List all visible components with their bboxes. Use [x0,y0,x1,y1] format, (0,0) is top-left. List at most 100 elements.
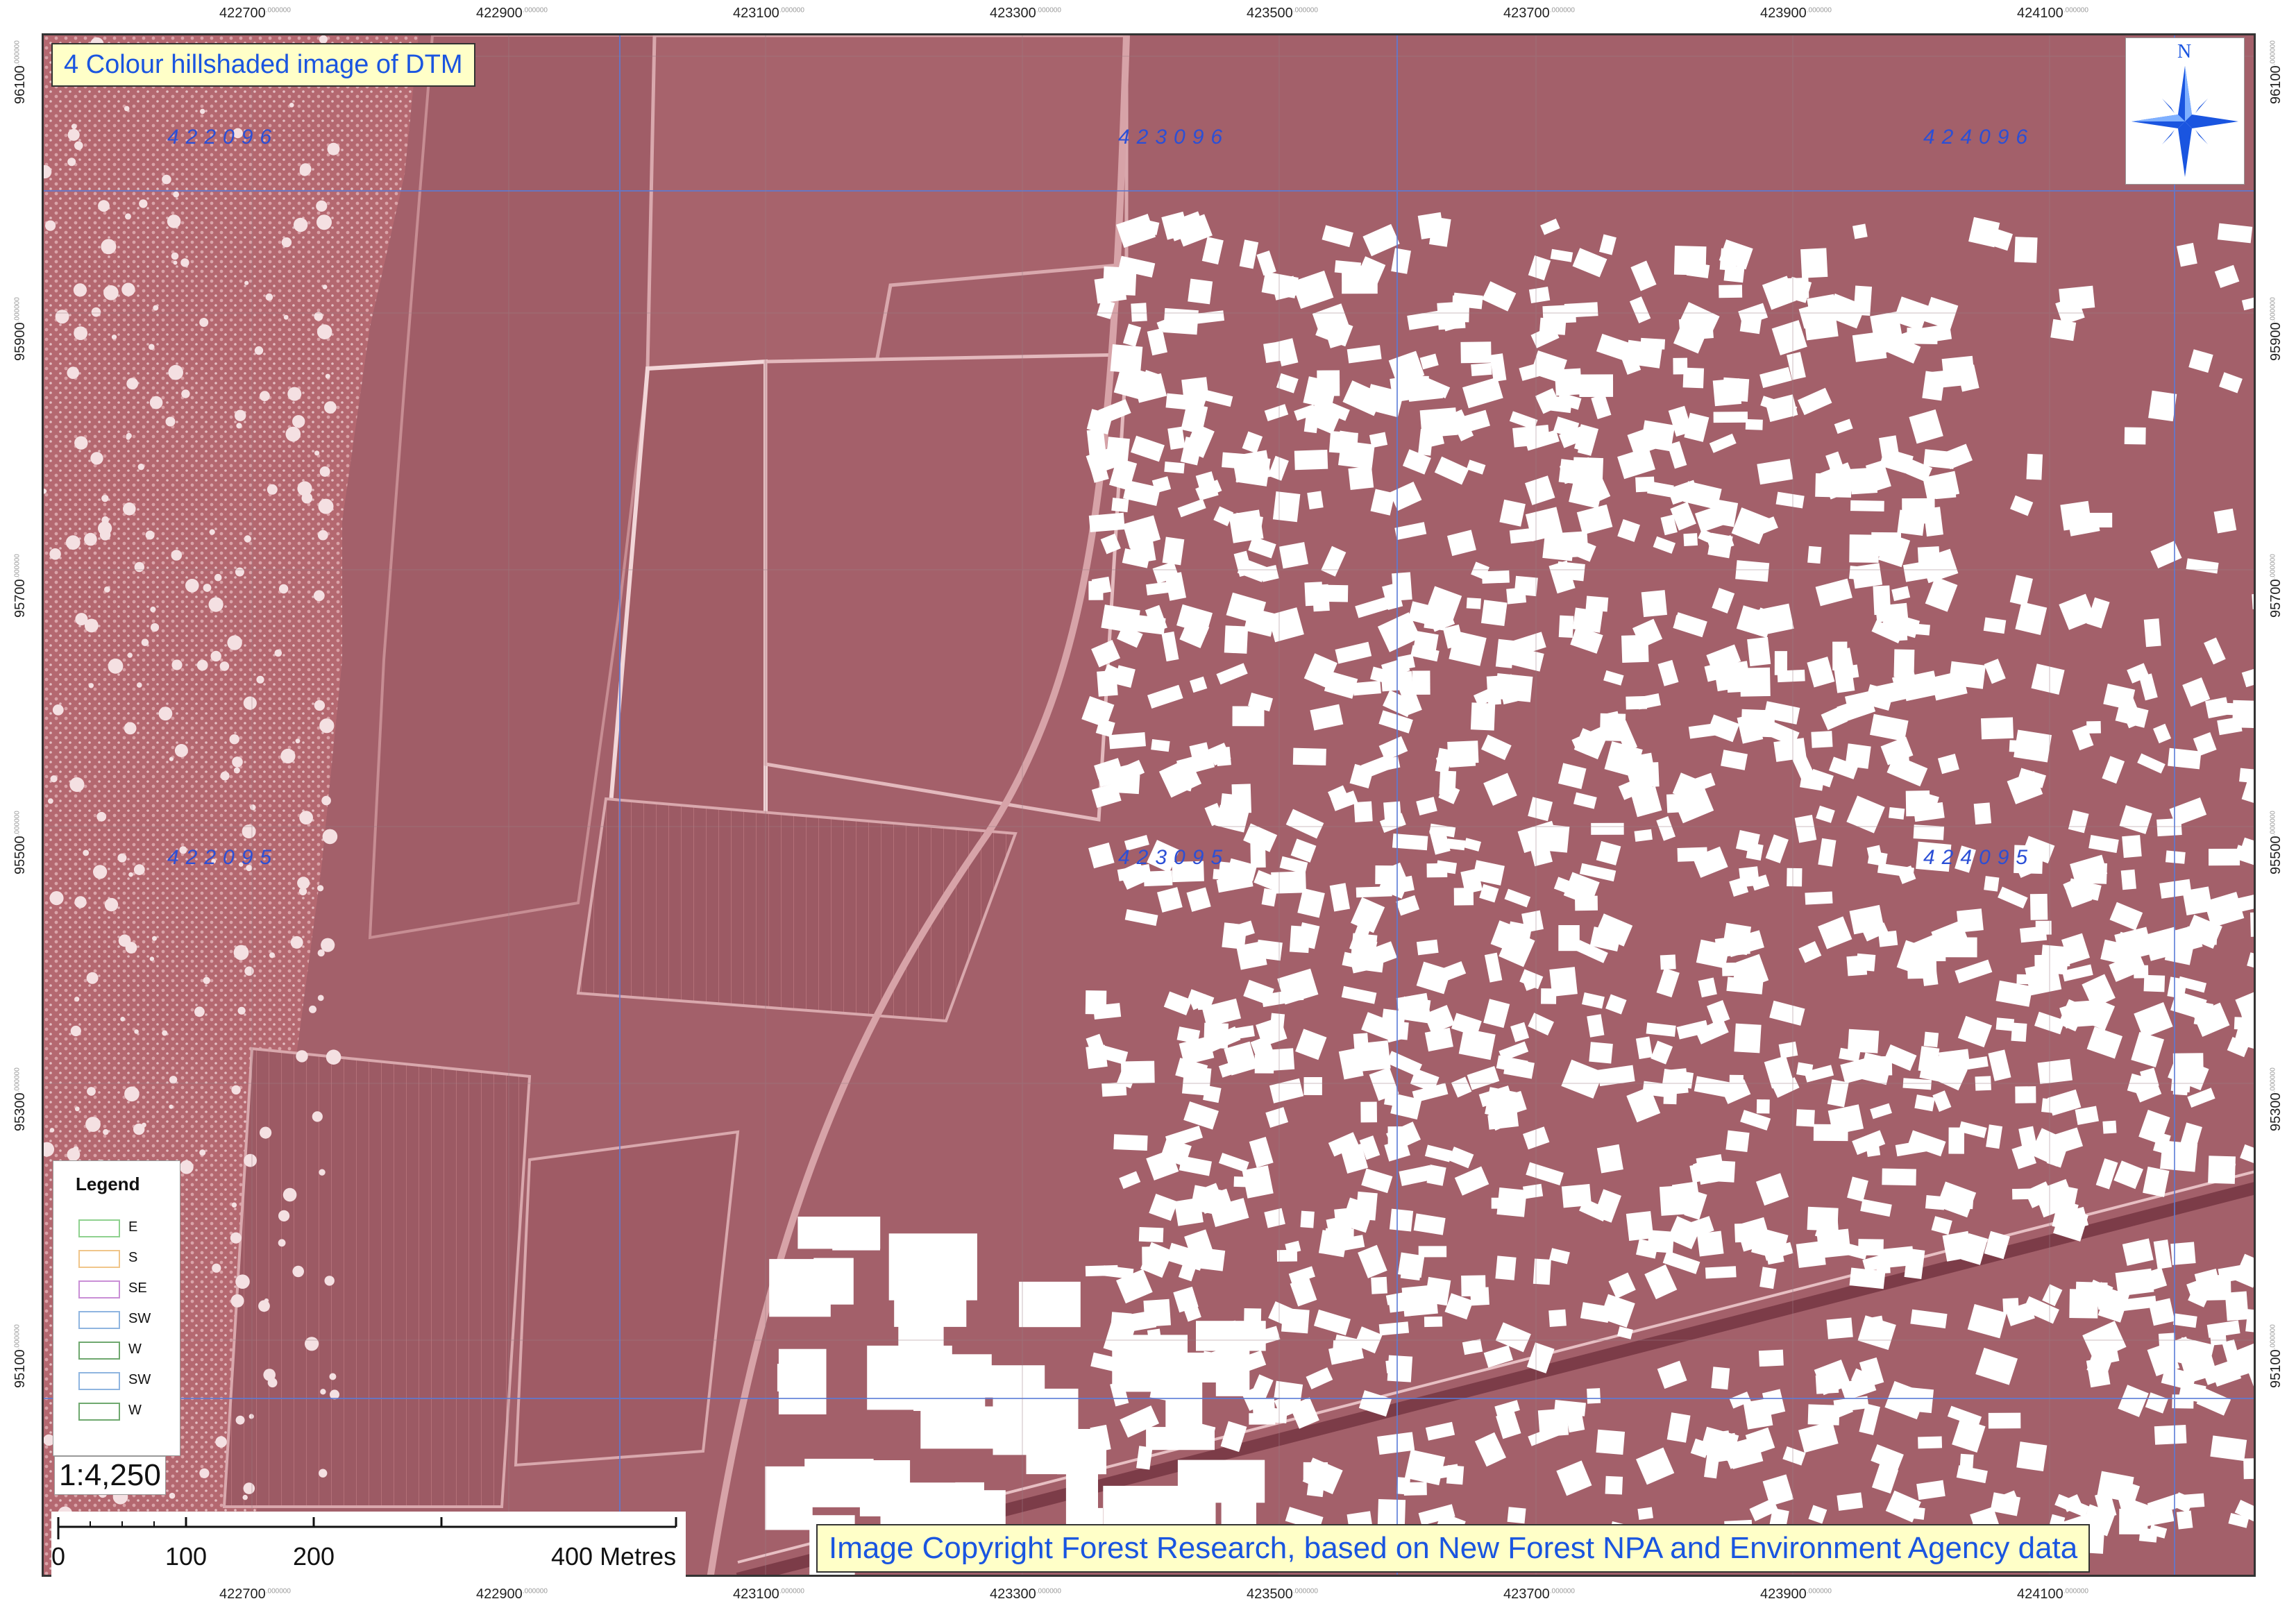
tree-crown [236,423,242,429]
building-footprint [1353,680,1381,696]
tree-crown [126,378,139,390]
building-footprint [2015,1086,2036,1103]
building-footprint [1548,1309,1567,1327]
building-footprint [1634,829,1653,842]
tree-crown [316,214,332,230]
building-footprint [2102,1120,2117,1134]
building-footprint [1659,1185,1697,1216]
legend-title: Legend [76,1174,140,1194]
tree-crown [126,432,132,439]
y-tick-right-95700: 95700.000000 [2268,554,2284,618]
map-canvas[interactable]: 422096 423096 424096 422095 423095 42409… [42,33,2256,1577]
building-footprint [1278,541,1308,569]
tree-crown [165,416,176,427]
tree-crown [289,103,294,108]
building-footprint [1403,1482,1427,1496]
building-footprint [1847,1029,1880,1054]
tree-crown [169,1076,178,1084]
y-tick-right-95500: 95500.000000 [2268,811,2284,874]
tree-crown [137,682,142,688]
tree-crown [196,659,208,671]
building-footprint [1800,248,1828,278]
tile-label-423095: 423095 [1118,846,1230,869]
scale-ratio: 1:4,250 [54,1456,166,1495]
x-tick-top-423700: 423700.000000 [1503,6,1575,21]
building-footprint [2225,1291,2249,1321]
building-footprint [1984,876,2000,892]
legend-item-se: SE [78,1278,176,1301]
tree-crown [84,532,97,546]
tree-crown [128,872,133,877]
building-footprint [1913,824,1945,840]
x-tick-top-422700: 422700.000000 [219,6,291,21]
tree-crown [96,811,107,822]
tree-crown [103,1128,109,1135]
tree-crown [295,738,301,744]
tree-crown [265,293,273,301]
building-footprint [1397,1252,1425,1278]
building-footprint [1151,739,1170,752]
building-footprint [1673,246,1707,276]
building-footprint [1348,466,1374,491]
y-tick-right-95300: 95300.000000 [2268,1067,2284,1131]
building-footprint [1682,367,1705,389]
building-footprint [1236,940,1267,970]
building-footprint [2208,1156,2236,1184]
building-footprint [778,1348,827,1414]
tree-crown [316,324,332,340]
building-footprint [1558,925,1580,951]
tree-crown [254,346,264,355]
building-footprint [2016,974,2032,985]
tree-crown [319,1169,326,1176]
building-footprint [1244,1308,1262,1323]
tree-crown [174,744,188,757]
tree-crown [98,200,110,212]
tree-crown [314,450,320,456]
building-footprint [1556,561,1585,582]
x-tick-bottom-424100: 424100.000000 [2017,1587,2088,1602]
building-footprint [1385,1358,1410,1373]
building-footprint [1922,371,1945,401]
building-footprint [1356,886,1392,898]
building-footprint [1549,967,1578,997]
tree-crown [227,635,242,650]
building-footprint [1605,1475,1623,1495]
building-footprint [1677,847,1708,862]
building-footprint [2026,453,2043,480]
building-footprint [1307,491,1324,510]
legend-label-w-2: W [128,1403,142,1418]
tree-crown [73,1146,79,1152]
y-tick-left-95100: 95100.000000 [12,1324,28,1388]
building-footprint [1276,1249,1298,1262]
building-footprint [1272,491,1301,523]
building-footprint [1856,953,1876,972]
tree-crown [232,756,243,768]
building-footprint [1111,498,1129,513]
building-footprint [2176,1510,2193,1530]
tree-crown [260,1126,272,1139]
y-tick-left-95900: 95900.000000 [12,297,28,361]
building-footprint [1719,285,1743,298]
building-footprint [1250,840,1266,868]
building-footprint [1784,277,1809,299]
tile-label-424096: 424096 [1923,126,2035,149]
tree-crown [280,748,296,763]
tree-crown [149,396,163,409]
tree-crown [104,586,110,593]
tree-crown [150,607,156,613]
tree-crown [250,804,256,811]
building-footprint [1995,1017,2015,1031]
building-footprint [1338,430,1355,445]
building-footprint [1232,706,1265,727]
tree-crown [237,1006,246,1015]
building-footprint [1353,801,1373,822]
tree-crown [103,285,119,301]
tree-crown [298,887,307,896]
tree-crown [171,550,183,561]
x-tick-top-423300: 423300.000000 [990,6,1061,21]
tree-crown [137,464,144,471]
hillshade-map [44,35,2254,1575]
legend-label-w: W [128,1342,142,1357]
building-footprint [1242,1165,1274,1199]
building-footprint [1514,575,1538,597]
